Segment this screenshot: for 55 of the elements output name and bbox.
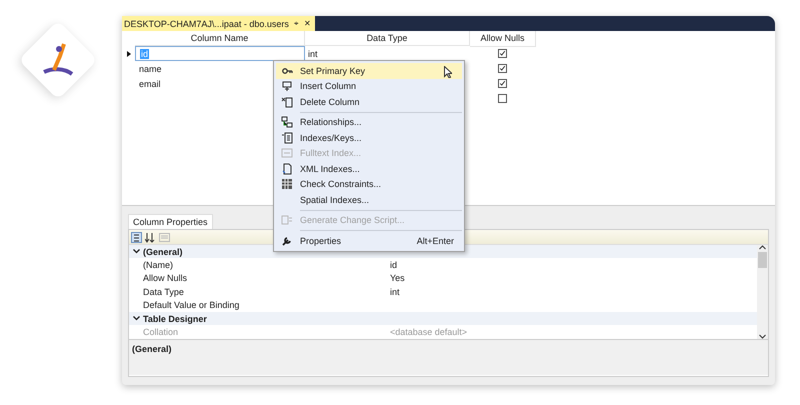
- checkbox[interactable]: [498, 49, 507, 58]
- column-header[interactable]: Allow Nulls: [470, 30, 536, 46]
- property-name: Collation: [143, 327, 178, 338]
- menu-item[interactable]: Set Primary Key: [276, 63, 462, 78]
- table-cell: name: [139, 64, 162, 74]
- property-value: id: [390, 260, 398, 270]
- property-value: int: [390, 286, 400, 297]
- menu-item[interactable]: Spatial Indexes...: [276, 192, 462, 208]
- table-cell: int: [308, 48, 318, 58]
- description-title: (General): [132, 344, 172, 354]
- menu-item[interactable]: Relationships...: [276, 114, 462, 130]
- property-name: Allow Nulls: [143, 273, 188, 284]
- menu-item-icon: [281, 147, 293, 160]
- menu-item[interactable]: XML Indexes...: [276, 161, 462, 176]
- scroll-thumb[interactable]: [758, 252, 767, 268]
- menu-item-icon: [281, 132, 293, 144]
- menu-item-icon: [281, 96, 293, 108]
- tab-title: DESKTOP-CHAM7AJ\...ipaat - dbo.users: [124, 18, 289, 28]
- property-value: Yes: [390, 273, 405, 284]
- column-properties-tab[interactable]: Column Properties: [128, 214, 213, 229]
- menu-item-icon: [281, 234, 293, 247]
- scrollbar[interactable]: [757, 245, 768, 339]
- categorized-icon[interactable]: [131, 232, 142, 242]
- table-cell: email: [139, 78, 161, 88]
- pin-icon[interactable]: ⌖: [294, 20, 299, 28]
- scroll-down-icon[interactable]: [759, 334, 766, 339]
- property-value: <database default>: [390, 327, 468, 338]
- menu-item-icon: [281, 214, 293, 226]
- menu-item-icon: [281, 80, 293, 92]
- column-header[interactable]: Column Name: [135, 31, 305, 46]
- menu-item[interactable]: Delete Column: [276, 94, 462, 110]
- document-tab[interactable]: DESKTOP-CHAM7AJ\...ipaat - dbo.users ⌖ ✕: [122, 16, 315, 31]
- menu-item-icon: [281, 116, 293, 128]
- chevron-icon[interactable]: [132, 316, 140, 322]
- menu-item[interactable]: Properties Alt+Enter: [276, 233, 462, 248]
- menu-item[interactable]: Indexes/Keys...: [276, 130, 462, 146]
- sort-icon[interactable]: [145, 232, 156, 242]
- cursor-icon: [444, 66, 452, 78]
- menu-item-icon: [281, 162, 293, 175]
- category-label: (General): [143, 246, 183, 257]
- close-icon[interactable]: ✕: [304, 20, 311, 28]
- checkbox[interactable]: [498, 64, 507, 73]
- property-name: (Name): [143, 260, 174, 270]
- checkbox[interactable]: [498, 94, 507, 103]
- property-name: Default Value or Binding: [143, 300, 240, 310]
- category-label: Table Designer: [143, 314, 207, 324]
- property-name: Data Type: [143, 286, 184, 297]
- checkbox[interactable]: [498, 79, 507, 88]
- menu-item[interactable]: Check Constraints...: [276, 176, 462, 192]
- chevron-icon[interactable]: [132, 249, 140, 254]
- scroll-up-icon[interactable]: [759, 245, 766, 250]
- column-header[interactable]: Data Type: [305, 31, 470, 46]
- selected-text: id: [140, 48, 150, 58]
- menu-item-icon: [281, 178, 293, 190]
- menu-item[interactable]: Insert Column: [276, 78, 462, 94]
